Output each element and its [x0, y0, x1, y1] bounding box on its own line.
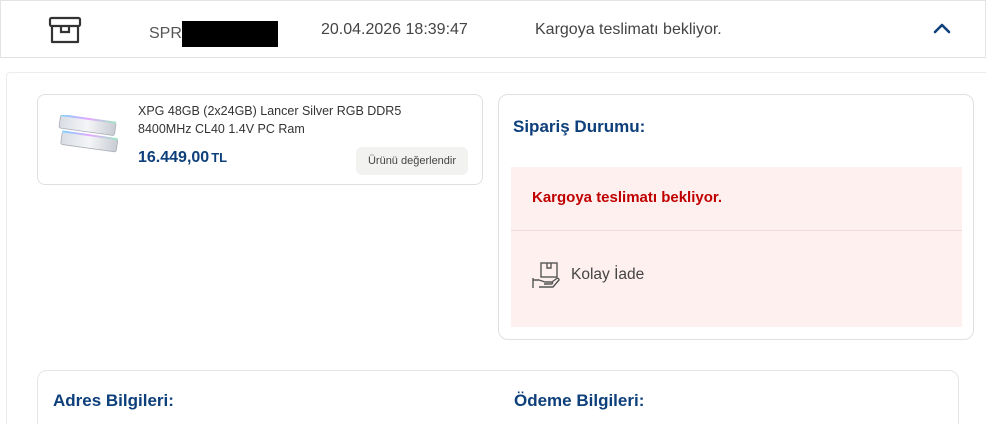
order-number-prefix: SPR: [149, 25, 182, 42]
package-box-icon: [48, 16, 82, 44]
box-hand-return-icon: [532, 262, 560, 288]
order-header[interactable]: SPR 20.04.2026 18:39:47 Kargoya teslimat…: [0, 0, 986, 58]
chevron-up-icon[interactable]: [929, 18, 955, 40]
product-card: XPG 48GB (2x24GB) Lancer Silver RGB DDR5…: [37, 94, 483, 185]
easy-return-link[interactable]: Kolay İade: [531, 260, 644, 290]
order-date: 20.04.2026 18:39:47: [321, 21, 468, 38]
product-price-value: 16.449,00: [138, 149, 210, 166]
order-number: SPR: [149, 21, 278, 47]
divider: [511, 230, 962, 231]
order-status-box: Kargoya teslimatı bekliyor. Kolay İade: [511, 167, 962, 327]
order-status-summary: Kargoya teslimatı bekliyor.: [535, 21, 722, 38]
payment-info-title: Ödeme Bilgileri:: [514, 391, 645, 410]
rate-product-button[interactable]: Ürünü değerlendir: [356, 147, 468, 175]
product-price: 16.449,00 TL: [138, 149, 227, 167]
order-status-title: Sipariş Durumu:: [513, 117, 646, 136]
info-card: Adres Bilgileri: Ödeme Bilgileri:: [37, 370, 959, 424]
product-name[interactable]: XPG 48GB (2x24GB) Lancer Silver RGB DDR5…: [138, 102, 438, 138]
address-info-title: Adres Bilgileri:: [53, 391, 174, 410]
redacted-order-number: [181, 21, 278, 47]
order-status-message: Kargoya teslimatı bekliyor.: [532, 189, 723, 206]
easy-return-label[interactable]: Kolay İade: [571, 266, 644, 284]
ram-module-image[interactable]: [54, 115, 122, 157]
order-status-card: Sipariş Durumu: Kargoya teslimatı bekliy…: [498, 94, 974, 340]
product-price-currency: TL: [211, 150, 228, 165]
